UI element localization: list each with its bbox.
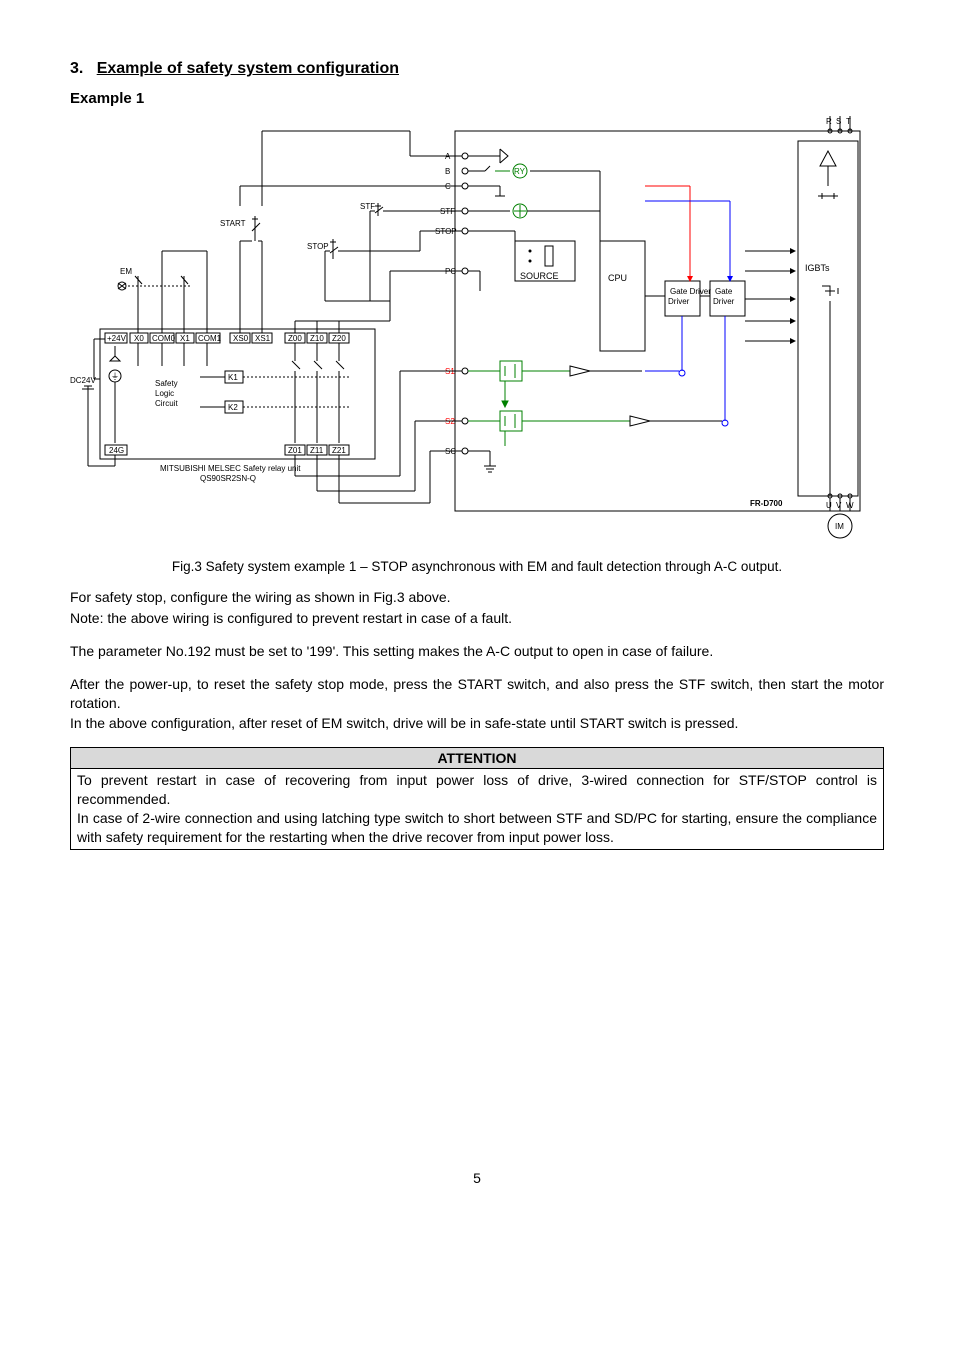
- svg-text:XS1: XS1: [255, 334, 271, 343]
- section-title-text: Example of safety system configuration: [97, 60, 399, 77]
- svg-text:T: T: [846, 117, 851, 126]
- svg-text:Circuit: Circuit: [155, 399, 178, 408]
- body-p2: Note: the above wiring is configured to …: [70, 609, 884, 628]
- svg-text:S: S: [836, 117, 841, 126]
- svg-text:QS90SR2SN-Q: QS90SR2SN-Q: [200, 474, 256, 483]
- figure-caption: Fig.3 Safety system example 1 – STOP asy…: [70, 559, 884, 574]
- svg-text:Z11: Z11: [310, 446, 324, 455]
- svg-text:Gate Driver: Gate Driver: [670, 287, 711, 296]
- svg-text:Z01: Z01: [288, 446, 302, 455]
- svg-text:COM1: COM1: [198, 334, 222, 343]
- svg-text:Driver: Driver: [713, 297, 735, 306]
- svg-text:SOURCE: SOURCE: [520, 271, 559, 281]
- body-p5: In the above configuration, after reset …: [70, 714, 884, 733]
- relay-unit-caption: MITSUBISHI MELSEC Safety relay unit: [160, 464, 301, 473]
- svg-text:W: W: [846, 501, 854, 510]
- body-p3: The parameter No.192 must be set to '199…: [70, 642, 884, 661]
- svg-text:V: V: [836, 501, 842, 510]
- drive-name: FR-D700: [750, 499, 783, 508]
- svg-text:R: R: [826, 117, 832, 126]
- svg-text:⏚: ⏚: [111, 372, 119, 381]
- svg-text:IM: IM: [835, 522, 844, 531]
- svg-text:+24V: +24V: [107, 334, 127, 343]
- svg-text:B: B: [445, 167, 450, 176]
- attention-text: To prevent restart in case of recovering…: [71, 769, 884, 850]
- svg-text:X1: X1: [180, 334, 190, 343]
- body-p4: After the power-up, to reset the safety …: [70, 675, 884, 713]
- body-p1: For safety stop, configure the wiring as…: [70, 588, 884, 607]
- svg-text:STF: STF: [360, 202, 375, 211]
- svg-text:CPU: CPU: [608, 273, 627, 283]
- svg-text:Z10: Z10: [310, 334, 324, 343]
- svg-text:COM0: COM0: [152, 334, 176, 343]
- section-number: 3.: [70, 60, 83, 77]
- svg-text:Driver: Driver: [668, 297, 690, 306]
- svg-text:Z00: Z00: [288, 334, 302, 343]
- svg-text:EM: EM: [120, 267, 132, 276]
- svg-text:XS0: XS0: [233, 334, 249, 343]
- svg-text:Gate: Gate: [715, 287, 733, 296]
- svg-text:START: START: [220, 219, 246, 228]
- attention-box: ATTENTION To prevent restart in case of …: [70, 747, 884, 850]
- svg-text:RY: RY: [514, 167, 526, 176]
- svg-text:U: U: [826, 501, 832, 510]
- attention-header: ATTENTION: [71, 748, 884, 769]
- svg-text:STOP: STOP: [307, 242, 329, 251]
- svg-text:K1: K1: [228, 373, 238, 382]
- svg-text:Z21: Z21: [332, 446, 346, 455]
- section-heading: 3. Example of safety system configuratio…: [70, 60, 884, 78]
- svg-text:Safety: Safety: [155, 379, 178, 388]
- example-label: Example 1: [70, 90, 884, 107]
- safety-system-diagram: FR-D700 R S T IGBTs U V W IM Gate Driver…: [70, 111, 890, 541]
- svg-text:Z20: Z20: [332, 334, 346, 343]
- svg-text:IGBTs: IGBTs: [805, 263, 830, 273]
- page-number: 5: [70, 1170, 884, 1186]
- svg-text:X0: X0: [134, 334, 144, 343]
- svg-text:K2: K2: [228, 403, 238, 412]
- svg-text:Logic: Logic: [155, 389, 174, 398]
- svg-text:DC24V: DC24V: [70, 376, 96, 385]
- svg-text:24G: 24G: [109, 446, 124, 455]
